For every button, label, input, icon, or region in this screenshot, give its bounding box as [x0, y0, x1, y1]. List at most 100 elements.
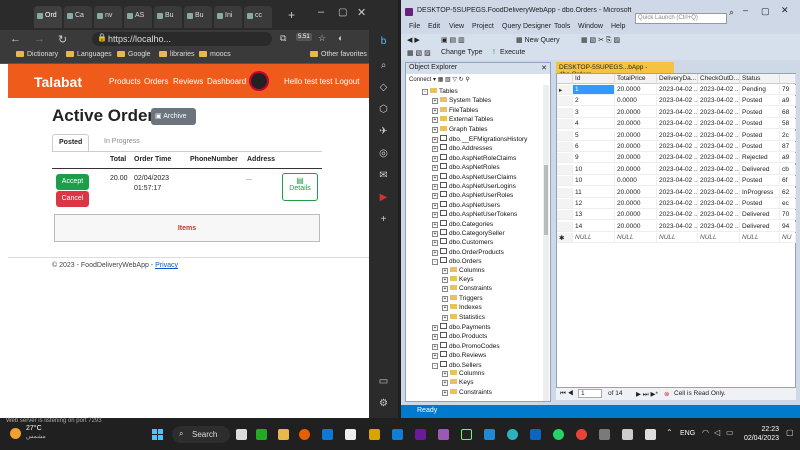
app-icon[interactable] — [599, 429, 610, 440]
grid-cell[interactable]: Posted — [740, 96, 780, 107]
cancel-button[interactable]: Cancel — [56, 191, 89, 207]
grid-column-header[interactable] — [780, 74, 796, 84]
grid-cell[interactable]: 2023-04-02 ... — [657, 221, 698, 232]
expand-icon[interactable]: + — [442, 305, 448, 312]
tree-node[interactable]: + dbo.Reviews — [432, 351, 486, 360]
tree-node[interactable]: + FileTables — [432, 106, 478, 114]
menu-view[interactable]: View — [449, 23, 464, 30]
expand-icon[interactable]: + — [432, 117, 438, 124]
tree-node[interactable]: + Columns — [442, 370, 485, 377]
tree-node[interactable]: + Triggers — [442, 294, 483, 302]
tree-node[interactable]: + dbo.Products — [432, 332, 487, 341]
expand-icon[interactable]: + — [432, 174, 438, 181]
expand-icon[interactable]: + — [432, 343, 438, 350]
extension-badge[interactable]: 5.51 — [296, 33, 312, 41]
grid-cell[interactable]: InProgress — [740, 187, 780, 198]
grid-cell[interactable]: NULL — [615, 233, 657, 244]
grid-cell[interactable]: 20.0000 — [615, 187, 657, 198]
volume-icon[interactable]: ◁ — [714, 428, 720, 437]
grid-cell[interactable]: 6 — [573, 142, 615, 152]
connect-toolbar-icons[interactable]: ▾ ▦ ▧ ▽ ↻ ⚲ — [433, 77, 470, 83]
vscode-icon[interactable] — [484, 429, 495, 440]
grid-cell[interactable]: 2023-04-02 ... — [698, 85, 740, 95]
row-selector[interactable] — [557, 142, 573, 152]
grid-cell[interactable]: Posted — [740, 119, 780, 130]
nav-orders[interactable]: Orders — [144, 77, 168, 86]
close-icon[interactable]: ✕ — [357, 6, 366, 19]
menu-help[interactable]: Help — [611, 23, 625, 30]
chrome-icon[interactable] — [576, 429, 587, 440]
outlook-icon[interactable]: ✉ — [378, 170, 389, 181]
visual-studio-icon[interactable] — [415, 429, 426, 440]
change-type-button[interactable]: Change Type — [441, 49, 483, 56]
tree-node[interactable]: + Keys — [442, 379, 473, 387]
grid-cell[interactable]: Posted — [740, 107, 780, 118]
grid-cell[interactable]: Delivered — [740, 221, 780, 232]
firefox-icon[interactable] — [299, 429, 310, 440]
tree-node[interactable]: + dbo.__EFMigrationsHistory — [432, 135, 527, 143]
row-selector[interactable] — [557, 96, 573, 107]
tree-node[interactable]: + dbo.CategorySeller — [432, 229, 505, 237]
grid-cell[interactable]: 2023-04-02 ... — [698, 130, 740, 141]
grid-cell[interactable]: 2c — [780, 130, 796, 141]
grid-cell[interactable]: 2023-04-02 ... — [698, 96, 740, 107]
first-record-icon[interactable]: ⏮ ◀ — [560, 390, 573, 398]
grid-cell[interactable]: 79 — [780, 85, 796, 95]
grid-cell[interactable]: Delivered — [740, 210, 780, 221]
logout-link[interactable]: Logout — [335, 77, 359, 86]
tree-node[interactable]: + dbo.Categories — [432, 219, 493, 228]
back-icon[interactable]: ← — [10, 33, 21, 45]
grid-cell[interactable]: 2023-04-02 ... — [657, 85, 698, 95]
sun-icon[interactable] — [10, 428, 21, 439]
grid-cell[interactable]: NULL — [698, 233, 740, 244]
new-tab-icon[interactable]: + — [288, 8, 295, 22]
grid-cell[interactable]: NULL — [740, 233, 780, 244]
grid-cell[interactable]: 12 — [573, 199, 615, 209]
bing-icon[interactable]: b — [378, 36, 389, 47]
tab-in-progress[interactable]: In Progress — [98, 134, 146, 151]
grid-cell[interactable]: 20.0000 — [615, 142, 657, 152]
details-button[interactable]: ▤ Details — [282, 173, 318, 201]
tree-node[interactable]: - Tables — [422, 88, 458, 95]
menu-tools[interactable]: Tools — [554, 23, 570, 30]
expand-icon[interactable]: + — [432, 240, 438, 247]
toolbar-icons[interactable]: ▦ ▧ ✂ ⎘ ▨ — [581, 36, 620, 45]
tree-node[interactable]: + Constraints — [442, 388, 492, 396]
bookmark-folder[interactable]: Dictionary — [16, 51, 58, 58]
app-icon[interactable] — [438, 429, 449, 440]
row-selector[interactable] — [557, 153, 573, 164]
execute-button[interactable]: Execute — [500, 49, 525, 56]
menu-edit[interactable]: Edit — [428, 23, 440, 30]
grid-cell[interactable]: Posted — [740, 130, 780, 141]
favorites-icon[interactable]: ☆ — [318, 33, 326, 44]
vscode-insiders-icon[interactable] — [369, 429, 380, 440]
grid-cell[interactable]: 20.0000 — [615, 107, 657, 118]
chevron-up-icon[interactable]: ⌃ — [666, 428, 673, 437]
expand-icon[interactable]: + — [442, 314, 448, 321]
grid-cell[interactable]: 2023-04-02 ... — [698, 119, 740, 130]
grid-cell[interactable]: 10 — [573, 164, 615, 175]
menu-query-designer[interactable]: Query Designer — [502, 23, 551, 30]
tree-node[interactable]: + Graph Tables — [432, 125, 488, 133]
tree-node[interactable]: + Columns — [442, 266, 485, 274]
profile-icon[interactable]: ◐ — [338, 33, 343, 43]
grid-cell[interactable]: 2023-04-02 ... — [698, 221, 740, 232]
row-selector[interactable] — [557, 130, 573, 141]
expand-icon[interactable]: + — [432, 353, 438, 360]
browser-tab[interactable]: Ini — [214, 6, 242, 28]
nav-dashboard[interactable]: Dashboard — [207, 77, 246, 86]
minimize-icon[interactable]: – — [743, 5, 748, 15]
execute-icon[interactable]: ! — [493, 49, 495, 56]
browser-tab[interactable]: Ord — [34, 6, 62, 28]
bookmark-folder[interactable]: Other favorites — [310, 51, 367, 58]
grid-cell[interactable]: 20.0000 — [615, 119, 657, 130]
games-icon[interactable]: ✈ — [378, 126, 389, 137]
tree-node[interactable]: + Keys — [442, 276, 473, 283]
grid-cell[interactable]: 2023-04-02 ... — [657, 164, 698, 175]
expand-icon[interactable]: + — [432, 184, 438, 190]
grid-cell[interactable]: 2023-04-02 ... — [657, 199, 698, 209]
bookmark-folder[interactable]: Languages — [66, 51, 112, 58]
expand-icon[interactable]: + — [432, 146, 438, 153]
brand-logo[interactable]: Talabat — [34, 74, 82, 90]
language-indicator[interactable]: ENG — [680, 430, 695, 437]
